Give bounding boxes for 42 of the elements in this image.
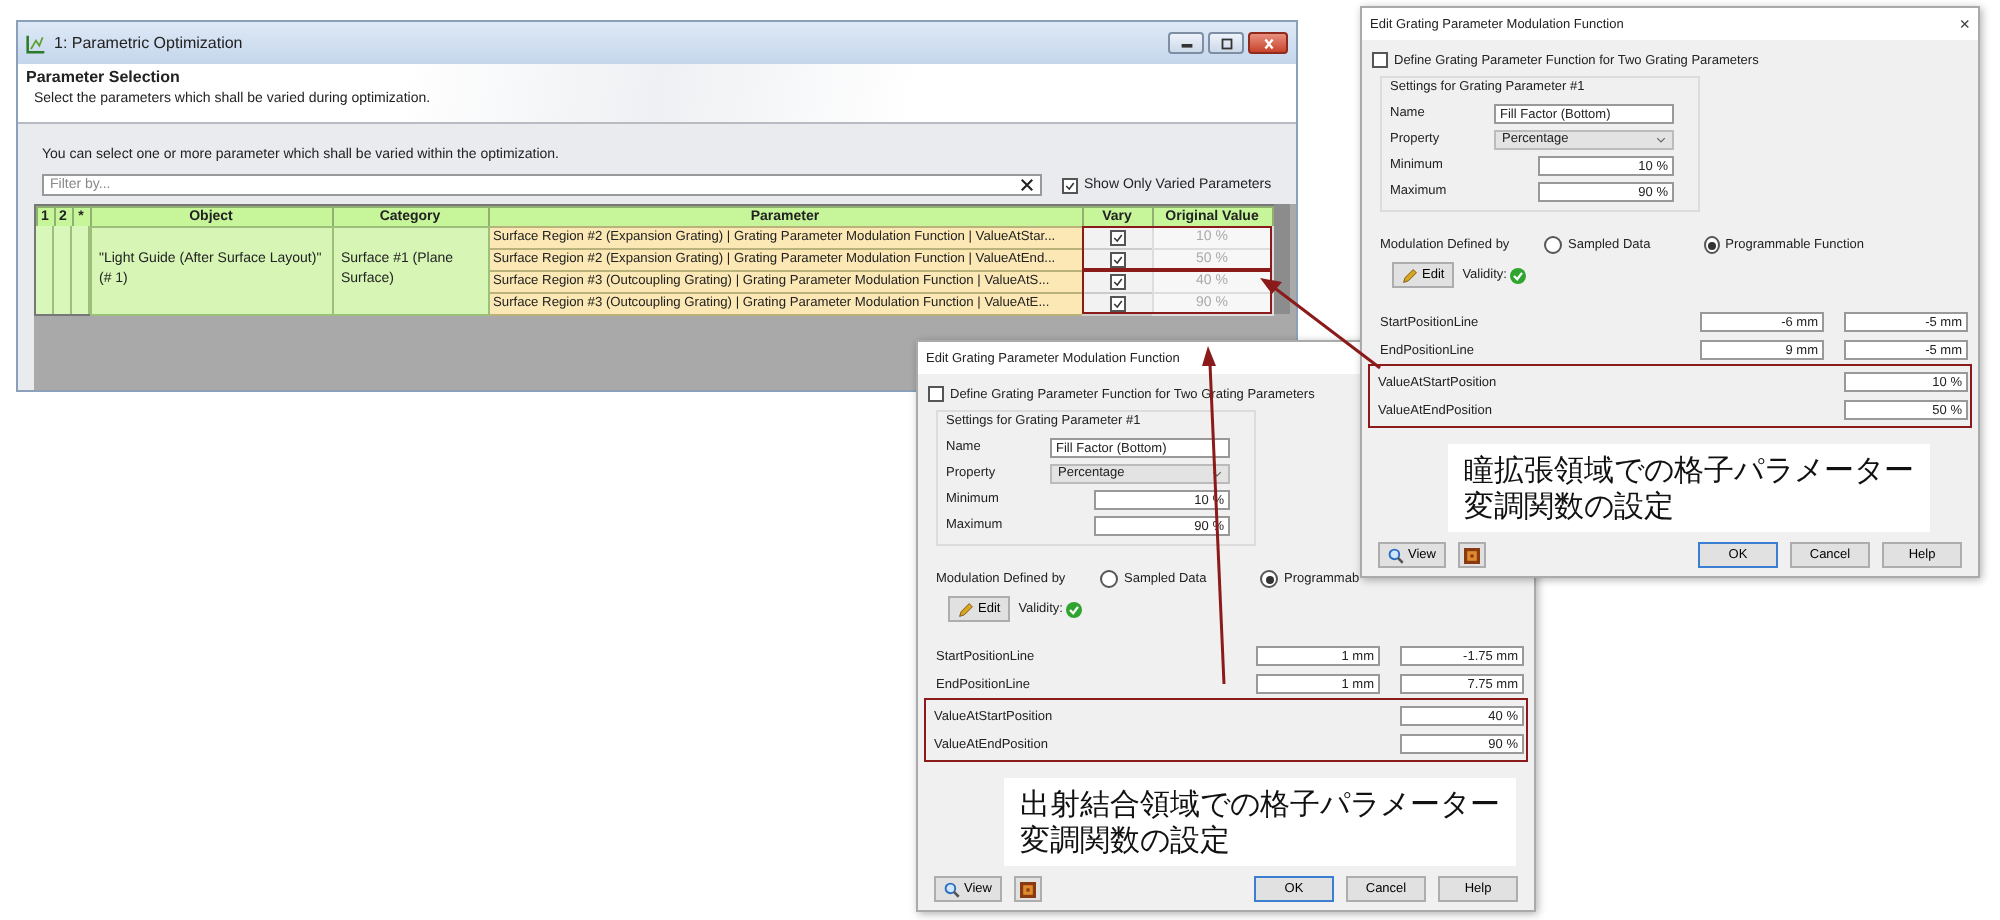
checkbox[interactable] — [928, 386, 944, 402]
pencil-icon — [1402, 267, 1418, 283]
pattern-icon — [1019, 881, 1036, 897]
close-icon — [1259, 37, 1277, 49]
check-circle-icon — [1510, 267, 1527, 283]
checkbox[interactable] — [1109, 295, 1125, 311]
radio-button[interactable] — [1260, 570, 1278, 588]
check-circle-icon — [1066, 601, 1083, 617]
tree-cell — [54, 226, 72, 248]
close-button[interactable]: × — [1959, 14, 1970, 34]
checkbox[interactable] — [1109, 251, 1125, 267]
callout-text: 出射結合領域での格子パラメーター 変調関数の設定 — [1004, 778, 1516, 866]
radio-button[interactable] — [1704, 236, 1720, 254]
radio-button[interactable] — [1544, 236, 1562, 254]
pencil-icon — [958, 601, 974, 617]
tree-cell — [54, 292, 72, 314]
checkbox[interactable] — [1109, 229, 1125, 245]
checkbox[interactable] — [1109, 273, 1125, 289]
chart-icon — [26, 33, 46, 53]
clear-icon[interactable] — [1020, 178, 1034, 192]
tree-cell — [72, 292, 90, 314]
checkbox[interactable] — [1062, 177, 1078, 193]
maximize-button[interactable] — [1208, 32, 1244, 54]
search-icon — [944, 881, 960, 897]
tree-cell — [72, 226, 90, 248]
tree-cell — [36, 226, 54, 248]
search-icon — [1388, 547, 1404, 563]
window-title: 1: Parametric Optimization — [54, 34, 243, 52]
checkbox[interactable] — [1372, 52, 1388, 68]
scrollbar[interactable] — [1274, 204, 1290, 314]
close-button[interactable] — [1248, 32, 1288, 54]
pattern-icon — [1463, 547, 1480, 563]
caret-icon — [1656, 135, 1666, 143]
callout-text: 瞳拡張領域での格子パラメーター 変調関数の設定 — [1448, 444, 1930, 532]
maximize-icon — [1217, 37, 1235, 49]
radio-button[interactable] — [1100, 570, 1118, 588]
caret-icon — [1212, 469, 1222, 477]
pattern-button[interactable] — [1457, 542, 1486, 568]
minimize-button[interactable] — [1168, 32, 1204, 54]
section-title: Parameter Selection — [26, 68, 182, 86]
pattern-button[interactable] — [1013, 876, 1042, 902]
tree-cell — [36, 292, 54, 314]
